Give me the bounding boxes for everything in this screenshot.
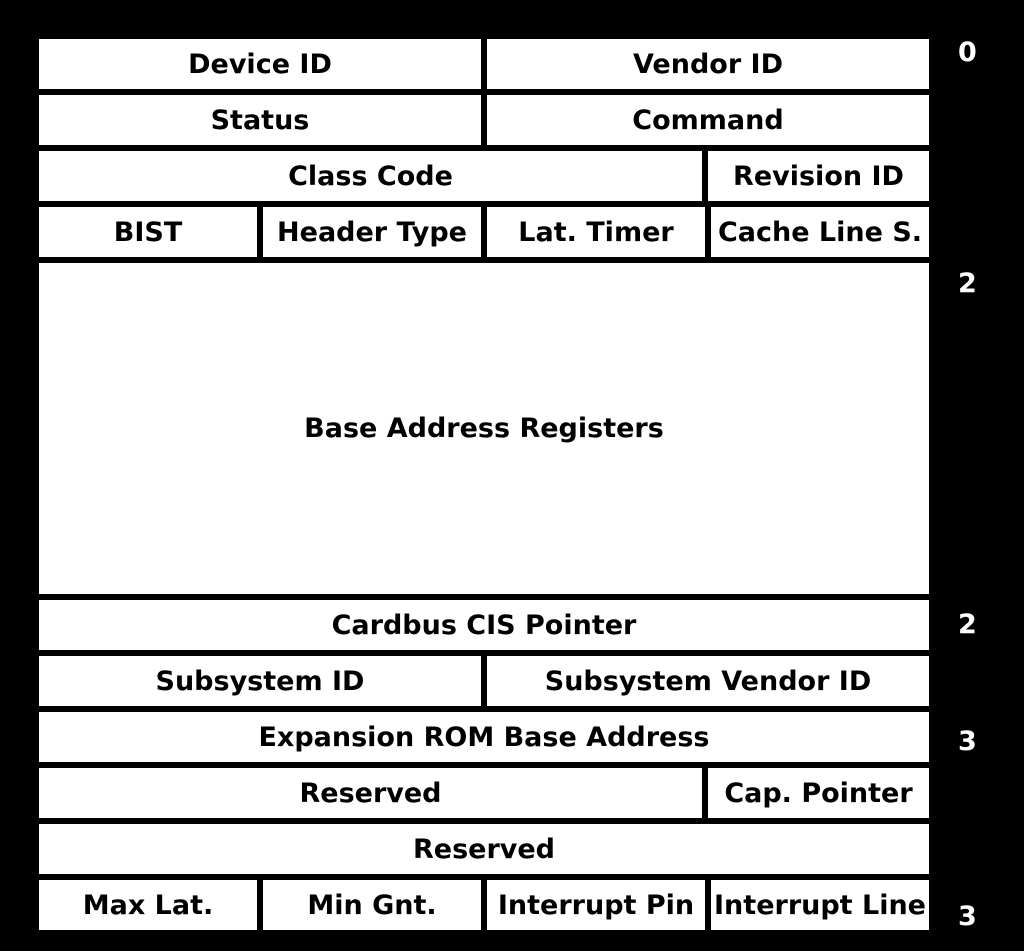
field-base-address-registers: Base Address Registers [36, 260, 932, 597]
offset-column: 0 2 2 3 3 [950, 18, 977, 951]
row-00h: Device ID Vendor ID [36, 36, 932, 92]
row-38h: Reserved [36, 821, 932, 877]
row-34h: Reserved Cap. Pointer [36, 765, 932, 821]
field-cap-pointer: Cap. Pointer [705, 765, 932, 821]
offset-bar-block: 2 [958, 258, 977, 595]
row-30h: Expansion ROM Base Address [36, 709, 932, 765]
offset-top: 0 [958, 24, 977, 80]
register-table: Device ID Vendor ID Status Command Class… [36, 36, 932, 933]
offset-spacer-3 [958, 199, 977, 255]
field-revision-id: Revision ID [705, 148, 932, 204]
offset-spacer-1 [958, 82, 977, 138]
field-interrupt-pin: Interrupt Pin [484, 877, 708, 933]
field-command: Command [484, 92, 932, 148]
offset-spacer-6 [958, 831, 977, 887]
field-reserved-1: Reserved [36, 765, 705, 821]
field-min-gnt: Min Gnt. [260, 877, 484, 933]
field-vendor-id: Vendor ID [484, 36, 932, 92]
field-bist: BIST [36, 204, 260, 260]
offset-spacer-5 [958, 772, 977, 828]
field-subsystem-vendor-id: Subsystem Vendor ID [484, 653, 932, 709]
field-subsystem-id: Subsystem ID [36, 653, 484, 709]
register-table-frame: Device ID Vendor ID Status Command Class… [18, 18, 950, 951]
field-class-code: Class Code [36, 148, 705, 204]
offset-bottom: 3 [958, 889, 977, 945]
field-latency-timer: Lat. Timer [484, 204, 708, 260]
row-3ch: Max Lat. Min Gnt. Interrupt Pin Interrup… [36, 877, 932, 933]
offset-spacer-4 [958, 655, 977, 711]
row-08h: Class Code Revision ID [36, 148, 932, 204]
row-bars: Base Address Registers [36, 260, 932, 597]
field-max-lat: Max Lat. [36, 877, 260, 933]
pci-config-space-diagram: Device ID Vendor ID Status Command Class… [18, 18, 977, 951]
field-status: Status [36, 92, 484, 148]
offset-spacer-2 [958, 141, 977, 197]
field-device-id: Device ID [36, 36, 484, 92]
field-reserved-2: Reserved [36, 821, 932, 877]
row-28h: Cardbus CIS Pointer [36, 597, 932, 653]
field-cache-line-size: Cache Line S. [708, 204, 932, 260]
row-04h: Status Command [36, 92, 932, 148]
field-header-type: Header Type [260, 204, 484, 260]
field-interrupt-line: Interrupt Line [708, 877, 932, 933]
field-cardbus-cis-pointer: Cardbus CIS Pointer [36, 597, 932, 653]
row-0ch: BIST Header Type Lat. Timer Cache Line S… [36, 204, 932, 260]
field-expansion-rom-base-address: Expansion ROM Base Address [36, 709, 932, 765]
offset-rom: 3 [958, 714, 977, 770]
row-2ch: Subsystem ID Subsystem Vendor ID [36, 653, 932, 709]
offset-bar-end: 2 [958, 268, 977, 299]
offset-cis: 2 [958, 597, 977, 653]
